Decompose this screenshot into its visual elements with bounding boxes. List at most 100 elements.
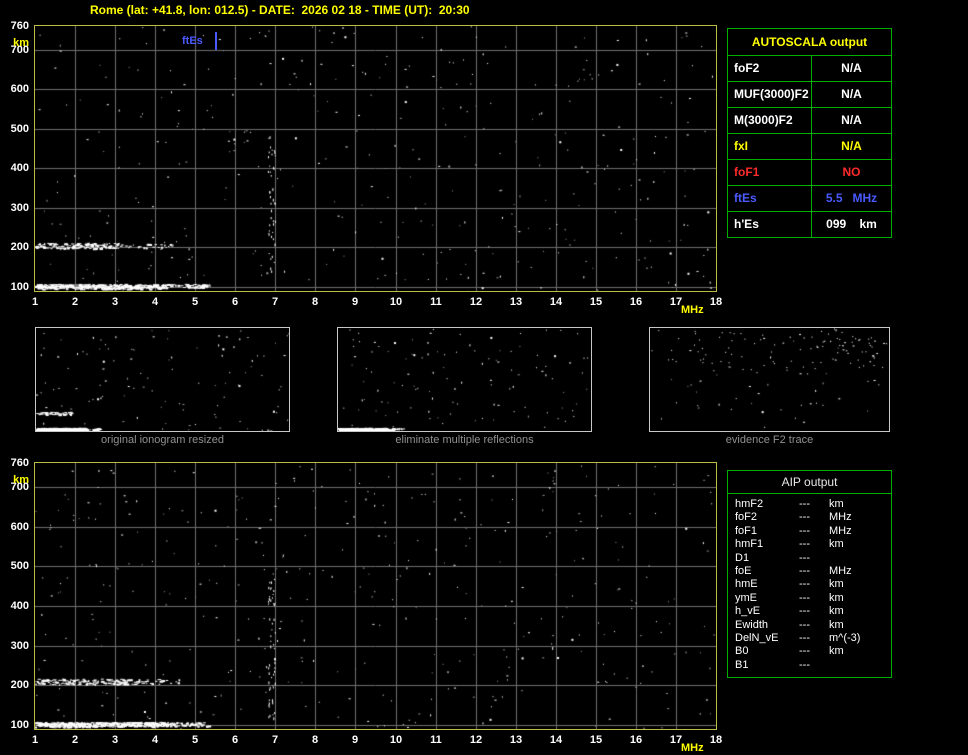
param-unit: km: [829, 645, 844, 658]
param-value: ---: [799, 498, 810, 510]
x-tick-8: 8: [311, 296, 319, 308]
ftes-annotation-label: ftEs: [182, 35, 203, 47]
y-axis-ticks-top: 760 700 600 500 400 300 200 100: [2, 20, 32, 293]
aip-row-foF2: foF2 --- MHz: [728, 511, 891, 524]
param-unit: MHz: [829, 511, 852, 524]
param-value: N/A: [841, 113, 862, 127]
autoscala-table-title: AUTOSCALA output: [728, 29, 891, 56]
param-label: B0: [735, 645, 749, 658]
param-value: ---: [799, 605, 810, 618]
x-tick-18: 18: [709, 296, 723, 308]
autoscala-row-MUF(3000)F2: MUF(3000)F2 N/A: [728, 82, 891, 108]
y-tick-400: 400: [10, 162, 29, 174]
param-value: 5.5 MHz: [825, 191, 878, 205]
x-tick-18: 18: [709, 734, 723, 746]
param-label: h_vE: [735, 605, 761, 618]
y-tick-500: 500: [10, 123, 29, 135]
thumbnail-canvas-f2: [650, 328, 889, 431]
thumbnail-canvas-original: [36, 328, 289, 431]
x-tick-3: 3: [111, 734, 119, 746]
param-label: foF1: [735, 524, 758, 537]
ionogram-canvas-bottom: [35, 463, 716, 729]
param-label: MUF(3000)F2: [728, 82, 812, 107]
param-label: D1: [735, 551, 750, 564]
param-value: 099 km: [826, 217, 877, 231]
autoscala-output-table: AUTOSCALA output foF2 N/A MUF(3000)F2 N/A M(…: [727, 28, 892, 238]
x-tick-7: 7: [271, 734, 279, 746]
param-unit: km: [829, 498, 844, 510]
autoscala-row-foF1: foF1 NO: [728, 160, 891, 186]
param-value: NO: [842, 165, 861, 179]
param-label: foF2: [735, 511, 758, 524]
param-value: ---: [799, 631, 810, 644]
x-tick-11: 11: [430, 296, 442, 308]
y-tick-760: 760: [10, 20, 29, 32]
ionogram-plot-bottom: 760 700 600 500 400 300 200 100 km 1 2 3 4 5 6 7 8 9 10 1…: [11, 457, 722, 754]
x-axis-ticks-top: 1 2 3 4 5 6 7 8 9 10 11 12 13 14 15 16 17 18: [32, 291, 722, 309]
x-tick-9: 9: [351, 296, 359, 308]
x-tick-5: 5: [191, 734, 199, 746]
y-axis-ticks-bottom: 760 700 600 500 400 300 200 100: [2, 457, 32, 731]
x-tick-7: 7: [271, 296, 279, 308]
x-axis-unit-label-top: MHz: [681, 304, 704, 316]
param-label: hmF1: [735, 538, 764, 551]
x-tick-16: 16: [629, 296, 643, 308]
x-tick-16: 16: [629, 734, 643, 746]
param-label: foF2: [728, 56, 812, 81]
y-tick-200: 200: [10, 241, 29, 253]
aip-row-hmF2: hmF2 --- km: [728, 498, 891, 511]
autoscala-row-h'Es: h'Es 099 km: [728, 212, 891, 237]
x-tick-10: 10: [389, 734, 403, 746]
param-unit: MHz: [829, 564, 852, 577]
param-label: foE: [735, 564, 752, 577]
aip-rows: hmF2 --- km foF2 --- MHz foF1 --- MHz hmF1 --- km D1…: [728, 494, 891, 677]
page-title: Rome (lat: +41.8, lon: 012.5) - DATE: 20…: [90, 3, 470, 17]
param-unit: km: [829, 538, 844, 551]
x-tick-11: 11: [430, 734, 442, 746]
aip-row-Ewidth: Ewidth --- km: [728, 619, 891, 632]
param-value: N/A: [841, 61, 862, 75]
y-tick-600: 600: [10, 83, 29, 95]
param-value: ---: [799, 524, 810, 537]
param-unit: km: [829, 605, 844, 618]
thumbnail-evidence-f2: [649, 327, 890, 432]
aip-row-foF1: foF1 --- MHz: [728, 525, 891, 538]
thumbnail-caption-f2: evidence F2 trace: [725, 434, 814, 446]
ionogram-plot-top: ftEs 760 700 600 500 400 300 200 100 km 1234567…: [11, 20, 722, 316]
x-tick-4: 4: [151, 734, 159, 746]
param-value: ---: [799, 658, 810, 671]
aip-table-title: AIP output: [728, 471, 891, 494]
aip-output-table: AIP output hmF2 --- km foF2 --- MHz foF1 --- MHz…: [727, 470, 892, 679]
y-tick-400: 400: [10, 600, 29, 612]
x-tick-2: 2: [71, 296, 79, 308]
aip-row-ymE: ymE --- km: [728, 592, 891, 605]
x-tick-6: 6: [231, 296, 239, 308]
x-tick-1: 1: [31, 296, 39, 308]
param-value: ---: [799, 645, 810, 658]
x-tick-2: 2: [71, 734, 79, 746]
aip-row-B1: B1 ---: [728, 659, 891, 672]
param-label: DelN_vE: [735, 631, 779, 644]
autoscala-rows: foF2 N/A MUF(3000)F2 N/A M(3000)F2 N/A fxI N/A f…: [728, 56, 891, 237]
param-unit: km: [829, 618, 844, 631]
param-value: N/A: [841, 87, 862, 101]
thumbnail-original-ionogram: [35, 327, 290, 432]
aip-row-hmF1: hmF1 --- km: [728, 538, 891, 551]
y-tick-300: 300: [10, 640, 29, 652]
thumbnail-caption-original: original ionogram resized: [101, 434, 224, 446]
x-tick-15: 15: [589, 734, 603, 746]
x-tick-14: 14: [549, 296, 563, 308]
param-unit: MHz: [829, 524, 852, 537]
param-label: Ewidth: [735, 618, 769, 631]
y-tick-100: 100: [10, 719, 29, 731]
x-tick-13: 13: [509, 296, 523, 308]
thumbnail-caption-reflections: eliminate multiple reflections: [395, 434, 534, 446]
x-tick-6: 6: [231, 734, 239, 746]
x-tick-9: 9: [351, 734, 359, 746]
autoscala-row-fxI: fxI N/A: [728, 134, 891, 160]
x-tick-15: 15: [589, 296, 603, 308]
x-tick-5: 5: [191, 296, 199, 308]
param-unit: km: [829, 578, 844, 591]
autoscala-window: Rome (lat: +41.8, lon: 012.5) - DATE: 20…: [0, 0, 968, 755]
param-unit: [829, 552, 891, 565]
